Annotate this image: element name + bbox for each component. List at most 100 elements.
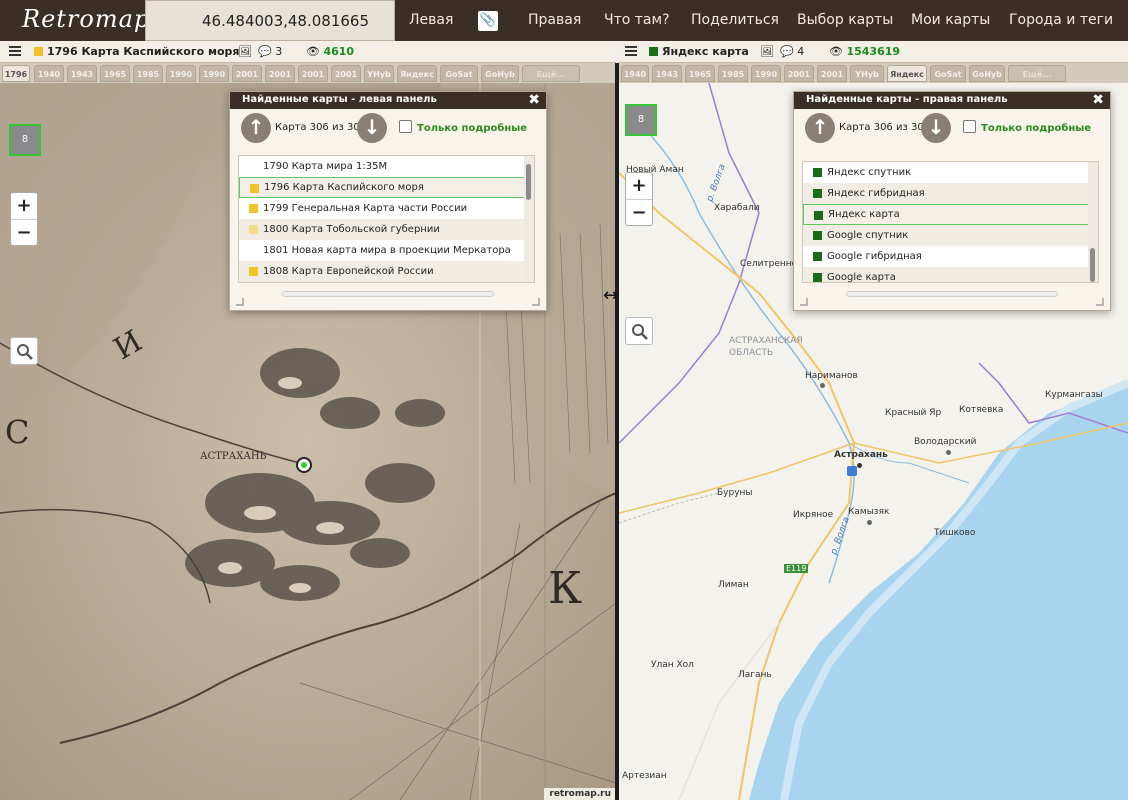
list-item[interactable]: 1800 Карта Тобольской губернии [239,219,534,240]
town-dot [857,463,862,468]
views-count: 👁 1543619 [829,45,901,58]
comments-count[interactable]: 💬 3 [258,45,282,58]
tab-gosat[interactable]: GoSat [440,65,478,82]
resize-grip-icon[interactable] [1096,298,1104,306]
resize-grip-icon[interactable] [532,298,540,306]
tab-yandex[interactable]: Яндекс [397,65,437,82]
resize-arrows-icon[interactable]: ↔ [603,285,618,306]
comments-count[interactable]: 💬 4 [780,45,804,58]
retromap-credit[interactable]: retromap.ru [544,788,616,800]
tab-gohyb[interactable]: GoHyb [969,65,1005,82]
tab-year[interactable]: 1965 [100,65,130,82]
map-color-square [249,267,258,276]
list-item[interactable]: 1799 Генеральная Карта части России [239,198,534,219]
comment-icon: 💬 [258,45,272,58]
tab-year[interactable]: 2001 [298,65,328,82]
tab-year[interactable]: 1990 [199,65,229,82]
tab-year[interactable]: 1940 [621,65,649,82]
tab-year[interactable]: 1985 [133,65,163,82]
tab-more[interactable]: Ещё... [1008,65,1066,82]
nav-map-choice[interactable]: Выбор карты [797,0,893,41]
map-color-square [249,225,258,234]
list-item[interactable]: Google спутник [803,225,1098,246]
logo[interactable]: Retromap [0,0,149,41]
list-scrollbar[interactable] [524,156,534,282]
close-icon[interactable]: ✖ [528,92,540,108]
right-map-title[interactable]: Яндекс карта [649,45,749,58]
horizontal-scrollbar[interactable] [846,291,1058,297]
resize-grip-icon[interactable] [236,298,244,306]
zoom-in-button[interactable]: + [626,173,652,200]
prev-map-arrow-icon[interactable]: ↑ [805,113,835,143]
list-item[interactable]: 1808 Карта Европейской России [239,261,534,282]
list-item[interactable]: Яндекс спутник [803,162,1098,183]
left-panel-header: 1796 Карта Каспийского моря 🖼 💬 3 👁 4610 [0,41,616,63]
next-map-arrow-icon[interactable]: ↓ [357,113,387,143]
prev-map-arrow-icon[interactable]: ↑ [241,113,271,143]
search-button[interactable] [10,337,38,365]
list-item[interactable]: 1801 Новая карта мира в проекции Меркато… [239,240,534,261]
nav-share[interactable]: Поделиться [691,0,779,41]
right-panel-header: Яндекс карта 🖼 💬 4 👁 1543619 [619,41,1128,63]
tab-year[interactable]: 2001 [817,65,847,82]
only-detailed-checkbox[interactable] [399,120,412,133]
tab-gosat[interactable]: GoSat [930,65,966,82]
nav-my-maps[interactable]: Мои карты [911,0,990,41]
horizontal-scrollbar[interactable] [282,291,494,297]
tab-year[interactable]: 2001 [232,65,262,82]
town-dot [820,383,825,388]
tab-yhyb[interactable]: YHyb [850,65,884,82]
tab-year[interactable]: 2001 [784,65,814,82]
paperclip-icon[interactable]: 📎 [478,11,498,31]
search-button[interactable] [625,317,653,345]
nav-right-panel[interactable]: Правая [528,0,581,41]
next-map-arrow-icon[interactable]: ↓ [921,113,951,143]
zoom-out-button[interactable]: − [11,220,37,246]
tab-year[interactable]: 2001 [265,65,295,82]
list-item-selected[interactable]: 1796 Карта Каспийского моря [239,177,534,198]
menu-icon[interactable] [625,46,637,56]
map-color-square [250,184,259,193]
tab-year[interactable]: 1943 [652,65,682,82]
list-item[interactable]: 1790 Карта мира 1:35M [239,156,534,177]
tab-gohyb[interactable]: GoHyb [481,65,519,82]
crosshair-marker[interactable] [296,457,312,473]
tab-year[interactable]: 1940 [34,65,64,82]
list-item[interactable]: Яндекс гибридная [803,183,1098,204]
left-map-title[interactable]: 1796 Карта Каспийского моря [34,45,239,58]
nav-left-panel[interactable]: Левая [409,0,453,41]
image-icon[interactable]: 🖼 [238,45,252,58]
place-kotyaevka: Котяевка [959,405,1004,415]
eye-icon: 👁 [306,45,320,58]
tab-more[interactable]: Ещё... [522,65,580,82]
tab-year[interactable]: 1796 [2,65,30,82]
tab-year[interactable]: 1943 [67,65,97,82]
menu-icon[interactable] [9,46,21,56]
map-color-square [813,189,822,198]
only-detailed-checkbox[interactable] [963,120,976,133]
nav-cities-tags[interactable]: Города и теги [1009,0,1113,41]
resize-grip-icon[interactable] [800,298,808,306]
tab-year[interactable]: 1990 [751,65,781,82]
zoom-in-button[interactable]: + [11,193,37,220]
tab-year[interactable]: 1985 [718,65,748,82]
tab-year[interactable]: 1990 [166,65,196,82]
tab-yandex[interactable]: Яндекс [887,65,927,82]
list-item[interactable]: Google карта [803,267,1098,282]
nav-whats-there[interactable]: Что там? [604,0,670,41]
road-label: E119 [784,564,809,573]
list-item-selected[interactable]: Яндекс карта [803,204,1098,225]
zoom-out-button[interactable]: − [626,200,652,226]
tab-year[interactable]: 1965 [685,65,715,82]
views-count: 👁 4610 [306,45,355,58]
place-kurmangazy: Курмангазы [1045,390,1103,400]
tab-year[interactable]: YHyb [364,65,394,82]
only-detailed-label[interactable]: Только подробные [417,123,527,134]
tab-year[interactable]: 2001 [331,65,361,82]
list-scrollbar[interactable] [1088,162,1098,282]
list-item[interactable]: Google гибридная [803,246,1098,267]
only-detailed-label[interactable]: Только подробные [981,123,1091,134]
coords-input[interactable] [146,1,394,40]
image-icon[interactable]: 🖼 [760,45,774,58]
close-icon[interactable]: ✖ [1092,92,1104,108]
